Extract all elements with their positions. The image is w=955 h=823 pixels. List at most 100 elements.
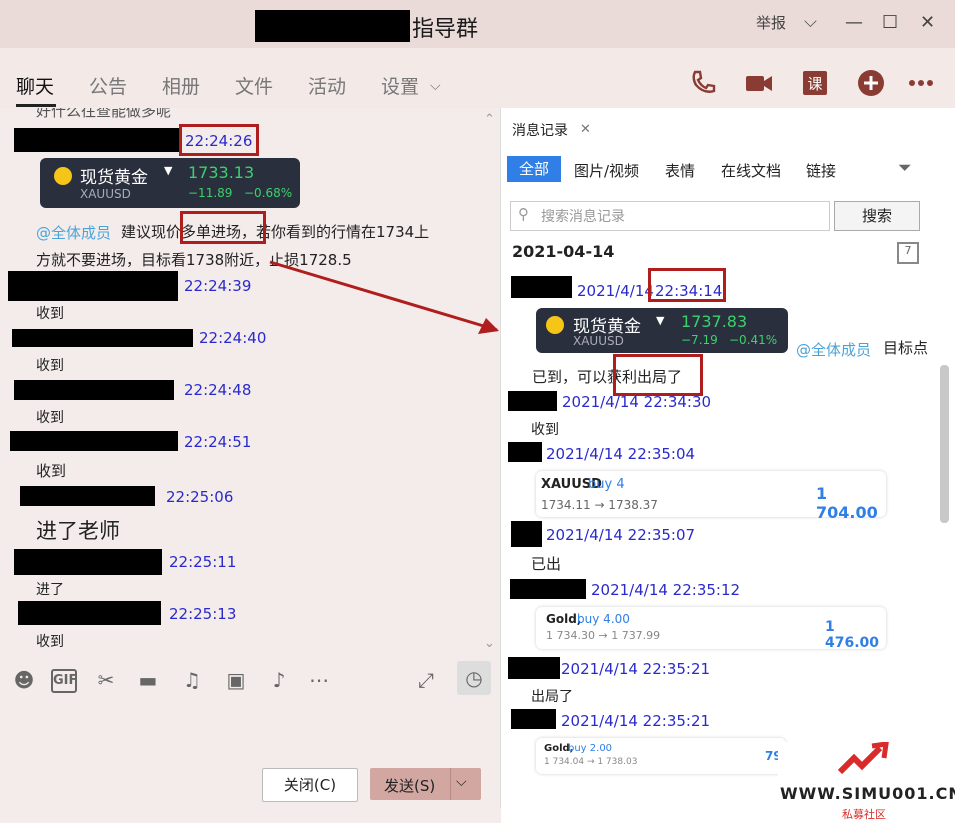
- search-icon: ⚲: [518, 205, 529, 223]
- tab-all[interactable]: 全部: [507, 156, 561, 182]
- trade-range: 1734.11 → 1738.37: [541, 498, 658, 512]
- message-text: 进了: [36, 582, 64, 598]
- close-history-icon[interactable]: ✕: [580, 122, 591, 137]
- tab-chat[interactable]: 聊天: [16, 72, 54, 99]
- redacted-sender: [508, 657, 560, 679]
- send-options-chevron-icon[interactable]: ⌵: [456, 774, 467, 790]
- chat-messages[interactable]: 好什么往查能做多呢 ⌃ 22:24:26 现货黄金 ▼ XAUUSD 1733.…: [0, 108, 500, 655]
- send-label: 发送(S): [384, 777, 436, 795]
- divider: [450, 768, 451, 800]
- tab-files[interactable]: 文件: [235, 72, 273, 99]
- mention-all[interactable]: @全体成员: [36, 222, 111, 243]
- message-text: 收到: [36, 358, 64, 374]
- tab-stickers[interactable]: 表情: [665, 160, 695, 181]
- video-icon[interactable]: [744, 68, 774, 98]
- mention-all[interactable]: @全体成员: [796, 339, 871, 360]
- close-icon[interactable]: ✕: [920, 12, 935, 33]
- trade-range: 1 734.30 → 1 737.99: [546, 629, 661, 642]
- scroll-down-icon[interactable]: ⌄: [484, 636, 495, 651]
- redacted-sender: [8, 271, 178, 301]
- close-button[interactable]: 关闭(C): [262, 768, 358, 802]
- history-time: 2021/4/14 22:35:07: [546, 526, 696, 544]
- phone-icon[interactable]: [688, 68, 718, 98]
- history-time: 2021/4/14 22:35:12: [591, 581, 741, 599]
- message-text: 已出: [531, 555, 562, 573]
- scroll-up-icon[interactable]: ⌃: [484, 112, 495, 127]
- redacted-sender: [10, 431, 178, 451]
- gold-code: XAUUSD: [80, 187, 131, 201]
- message-time: 22:25:13: [169, 605, 237, 623]
- advice-message-2: 方就不要进场，目标看1738附近，止损1728.5: [36, 251, 352, 269]
- gold-price: 1733.13: [188, 163, 255, 182]
- history-time: 2021/4/14 22:35:21: [561, 712, 711, 730]
- course-icon[interactable]: 课: [800, 68, 830, 98]
- gold-change: −11.89: [188, 186, 233, 200]
- search-input[interactable]: ⚲ 搜索消息记录: [510, 201, 830, 231]
- message-text: 收到: [531, 422, 559, 438]
- message-text: 出局了: [531, 689, 573, 705]
- history-clock-icon[interactable]: ◷: [457, 661, 491, 695]
- window-title: 指导群: [412, 17, 479, 42]
- tab-online-docs[interactable]: 在线文档: [721, 160, 781, 181]
- redacted-sender: [14, 128, 180, 152]
- message-time: 22:24:26: [185, 132, 253, 150]
- tab-links[interactable]: 链接: [806, 160, 836, 181]
- tab-album[interactable]: 相册: [162, 72, 200, 99]
- expand-icon[interactable]: ⤢: [413, 667, 439, 693]
- search-placeholder: 搜索消息记录: [541, 209, 625, 225]
- history-time: 2021/4/14 22:34:30: [562, 393, 712, 411]
- message-text: 收到: [36, 306, 64, 322]
- message-time: 22:25:11: [169, 553, 237, 571]
- redacted-sender: [511, 709, 556, 729]
- message-time: 22:24:39: [184, 277, 252, 295]
- svg-text:课: 课: [807, 75, 822, 93]
- trade-card[interactable]: XAUUSD buy 4 1734.11 → 1738.37 1 704.00: [536, 471, 886, 522]
- bell-icon[interactable]: ♪: [266, 667, 292, 693]
- gold-coin-icon: [546, 316, 564, 334]
- trade-card[interactable]: Gold, buy 4.00 1 734.30 → 1 737.99 1 476…: [536, 607, 886, 651]
- message-text: 收到: [36, 462, 67, 480]
- gif-icon[interactable]: GIF: [51, 669, 77, 693]
- message-text: 目标点: [883, 339, 929, 357]
- tab-activity[interactable]: 活动: [308, 72, 346, 99]
- tab-media[interactable]: 图片/视频: [574, 160, 639, 181]
- settings-chevron-icon[interactable]: ⌵: [430, 78, 441, 94]
- tab-notice[interactable]: 公告: [89, 72, 127, 99]
- image-icon[interactable]: ▣: [223, 667, 249, 693]
- scissors-icon[interactable]: ✂: [93, 667, 119, 693]
- gold-quote-card[interactable]: 现货黄金 ▼ XAUUSD 1733.13 −11.89 −0.68%: [40, 158, 300, 208]
- gold-quote-card[interactable]: 现货黄金 ▼ XAUUSD 1737.83 −7.19 −0.41%: [536, 308, 788, 353]
- gold-change-pct: −0.68%: [244, 186, 293, 200]
- add-icon[interactable]: [856, 68, 886, 98]
- minimize-icon[interactable]: —: [845, 12, 863, 33]
- more-tools-icon[interactable]: ⋯: [306, 667, 332, 693]
- chevron-down-icon[interactable]: ⌵: [804, 12, 817, 32]
- redacted-sender: [511, 276, 572, 298]
- note-icon[interactable]: ♫: [179, 667, 205, 693]
- calendar-icon[interactable]: 7: [897, 242, 919, 264]
- tab-settings[interactable]: 设置: [381, 72, 419, 99]
- search-button[interactable]: 搜索: [834, 201, 920, 231]
- trade-range: 1 734.04 → 1 738.03: [544, 757, 638, 767]
- maximize-icon[interactable]: ☐: [882, 12, 898, 33]
- emoji-icon[interactable]: ☻: [11, 667, 37, 693]
- gold-coin-icon: [54, 167, 72, 185]
- message-time: 22:24:48: [184, 381, 252, 399]
- history-time: 2021/4/14 22:35:04: [546, 445, 696, 463]
- highlight-box: [613, 354, 703, 396]
- message-text: 收到: [36, 410, 64, 426]
- redacted-sender: [508, 391, 557, 411]
- trade-profit: 1 476.00: [825, 619, 880, 651]
- active-tab-indicator: [16, 104, 56, 107]
- redacted-sender: [12, 329, 193, 347]
- report-button[interactable]: 举报: [756, 12, 786, 33]
- gold-price: 1737.83: [681, 312, 748, 331]
- more-icon[interactable]: [906, 68, 936, 98]
- trade-card[interactable]: Gold, buy 2.00 1 734.04 → 1 738.03 79: [536, 738, 786, 774]
- folder-icon[interactable]: ▬: [135, 667, 161, 693]
- message-time: 22:24:51: [184, 433, 252, 451]
- history-scrollbar[interactable]: [940, 365, 949, 523]
- trade-side: buy 2.00: [568, 743, 613, 754]
- filter-icon[interactable]: ⏷: [898, 158, 912, 178]
- send-button[interactable]: 发送(S) ⌵: [370, 768, 481, 800]
